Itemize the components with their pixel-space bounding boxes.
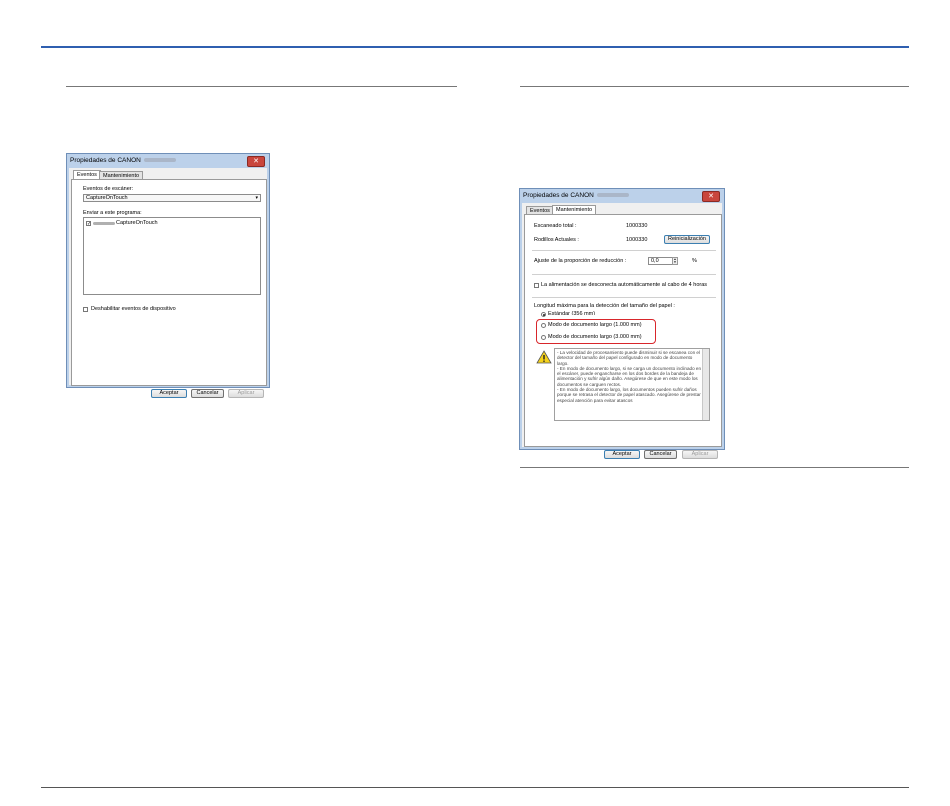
reduction-input[interactable]: 0,0 — [648, 257, 673, 265]
divider — [532, 250, 716, 251]
paper-length-label: Longitud máxima para la detección del ta… — [534, 303, 675, 309]
disable-events-label: Deshabilitar eventos de dispositivo — [91, 306, 176, 312]
auto-power-checkbox[interactable] — [534, 283, 539, 288]
close-icon[interactable]: ✕ — [247, 156, 265, 167]
program-checkbox[interactable]: ✓ — [86, 221, 91, 227]
warning-icon — [536, 350, 552, 364]
radio-long-3000[interactable] — [541, 335, 546, 340]
rollers-value: 1000330 — [626, 237, 648, 243]
accept-button[interactable]: Aceptar — [151, 389, 187, 398]
total-scans-label: Escaneado total : — [534, 223, 577, 229]
dialog-titlebar: Propiedades de CANON — [67, 154, 269, 168]
cancel-button[interactable]: Cancelar — [644, 450, 677, 459]
radio-long-1000-label: Modo de documento largo (1.000 mm) — [548, 322, 642, 328]
radio-long-3000-label: Modo de documento largo (3.000 mm) — [548, 334, 642, 340]
divider — [532, 274, 716, 275]
total-scans-value: 1000330 — [626, 223, 648, 229]
dialog-body: Eventos Mantenimiento Eventos de escáner… — [69, 168, 267, 398]
model-name-blurred — [596, 193, 629, 198]
tab-panel: Eventos de escáner: CaptureOnTouch ▾ Env… — [71, 179, 267, 386]
warning-text: - La velocidad de procesamiento puede di… — [557, 350, 702, 403]
rollers-label: Rodillos Actuales : — [534, 237, 579, 243]
radio-standard-label: Estándar (356 mm) — [548, 311, 596, 315]
reduction-stepper[interactable]: ▲ ▼ — [672, 257, 678, 265]
program-list[interactable]: ✓ CaptureOnTouch — [83, 217, 261, 295]
cancel-button[interactable]: Cancelar — [191, 389, 224, 398]
radio-standard[interactable] — [541, 312, 546, 317]
warning-text-area[interactable]: - La velocidad de procesamiento puede di… — [554, 348, 710, 421]
apply-button[interactable]: Aplicar — [228, 389, 264, 398]
dialog-titlebar: Propiedades de CANON — [520, 189, 724, 203]
events-label: Eventos de escáner: — [83, 186, 134, 192]
reduction-label: Ajuste de la proporción de reducción : — [534, 258, 627, 264]
scrollbar[interactable] — [702, 349, 709, 420]
send-label: Enviar a este programa: — [83, 210, 142, 216]
model-name-blurred — [143, 158, 176, 163]
close-icon[interactable]: ✕ — [702, 191, 720, 202]
events-select[interactable]: CaptureOnTouch ▾ — [83, 194, 261, 202]
properties-dialog-maintenance: Propiedades de CANON ✕ Eventos Mantenimi… — [519, 188, 725, 459]
accept-button[interactable]: Aceptar — [604, 450, 640, 459]
reset-button[interactable]: Reinicialización — [664, 235, 710, 244]
properties-dialog-events: Propiedades de CANON ✕ Eventos Mantenimi… — [66, 153, 270, 398]
radio-long-1000[interactable] — [541, 323, 546, 328]
chevron-down-icon: ▾ — [255, 195, 258, 201]
dialog-title: Propiedades de CANON — [523, 192, 594, 199]
apply-button[interactable]: Aplicar — [682, 450, 718, 459]
section-rule-left — [66, 86, 457, 87]
section-rule-right — [520, 86, 909, 87]
reduction-unit: % — [692, 258, 697, 264]
program-item-label: CaptureOnTouch — [116, 220, 158, 226]
dialog-title: Propiedades de CANON — [70, 157, 141, 164]
disable-events-checkbox[interactable] — [83, 307, 88, 312]
divider — [532, 297, 716, 298]
dialog-body: Eventos Mantenimiento Escaneado total : … — [522, 203, 722, 459]
section-end-rule — [520, 467, 909, 468]
tab-panel: Escaneado total : 1000330 Rodillos Actua… — [524, 214, 722, 447]
blurred-text — [93, 222, 115, 225]
header-rule — [41, 46, 909, 48]
auto-power-label: La alimentación se desconecta automática… — [541, 282, 708, 288]
events-select-value: CaptureOnTouch — [86, 195, 128, 201]
reduction-value: 0,0 — [651, 258, 659, 264]
footer-rule — [41, 787, 909, 788]
